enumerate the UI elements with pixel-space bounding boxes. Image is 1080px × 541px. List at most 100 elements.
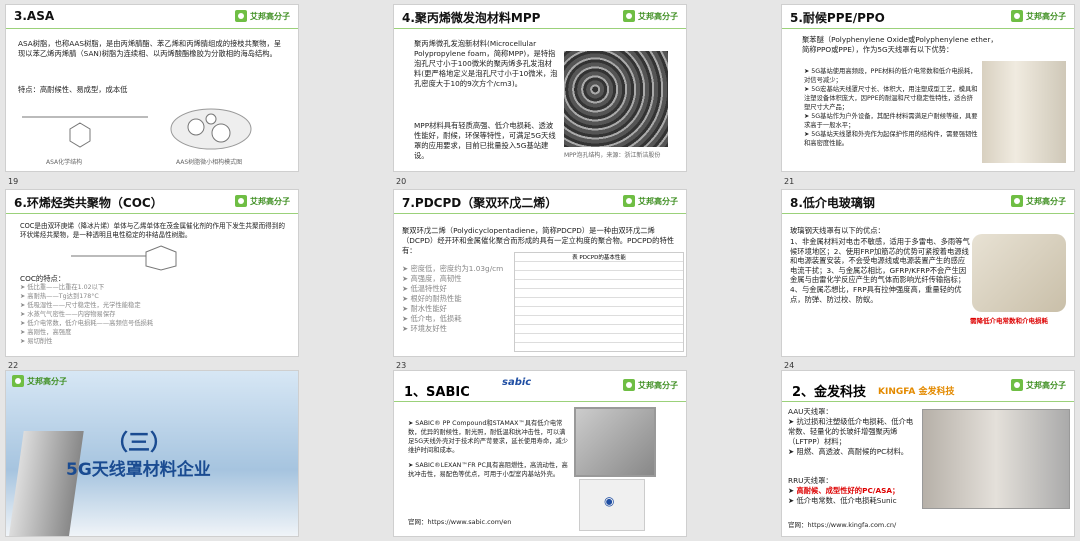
sabic-logo: sabic xyxy=(502,377,532,388)
list-item: ➤ 低温特性好 xyxy=(402,284,447,293)
feature-list: ➤ 密度低，密度约为1.03g/cm ➤ 高强度，高韧性 ➤ 低温特性好 ➤ 根… xyxy=(402,264,522,334)
list-item: ➤ 阻燃、高透波、高耐候的PC材料。 xyxy=(788,447,909,456)
company-logo: 艾邦高分子 xyxy=(623,10,678,22)
feature-list: ➤ 5G基站使用高频段，PPE材料的低介电常数和低介电损耗，对信号减少； ➤ 5… xyxy=(804,67,979,148)
indoor-station-image: ◉ xyxy=(579,479,645,531)
list-item: ➤ 低吸湿性——尺寸稳定性，光学性能稳定 xyxy=(20,302,141,309)
list-item: ➤ 5G基站天线罩和外壳作为起保护作用的结构件，需要强韧性和高密度性能。 xyxy=(804,131,978,147)
slide-body: ASA树脂，也称AAS树脂，是由丙烯腈酯、苯乙烯和丙烯腈组成的接枝共聚物，呈现以… xyxy=(18,39,282,58)
slide-title: 4.聚丙烯微发泡材料MPP xyxy=(402,11,541,25)
slide-21[interactable]: 5.耐候PPE/PPO 艾邦高分子 聚苯醚（Polyphenylene Oxid… xyxy=(781,4,1075,172)
logo-icon xyxy=(1011,10,1023,22)
list-item: ➤ SABIC®LEXAN™FR PC具有高阻燃性，高流动性，高抗冲击性，易配色… xyxy=(408,462,568,478)
table-title: 表 PDCPD的基本性能 xyxy=(515,253,683,261)
slide-title: 3.ASA xyxy=(14,9,55,23)
list-item: ➤ 密度低，密度约为1.03g/cm xyxy=(402,264,504,273)
logo-icon xyxy=(623,195,635,207)
slide-23[interactable]: 7.PDCPD（聚双环戊二烯） 艾邦高分子 聚双环戊二烯（Polydicyclo… xyxy=(393,189,687,357)
section-number: （三） xyxy=(106,431,173,456)
list-item: ➤ 高耐热——Tg达到178°C xyxy=(20,293,99,300)
list-item: ➤ 高刚性，高强度 xyxy=(20,329,72,336)
logo-icon xyxy=(235,10,247,22)
list-item: ➤ 高耐候、成型性好的PC/ASA； xyxy=(788,486,900,495)
slide-title: 6.环烯烃类共聚物（COC） xyxy=(14,196,163,210)
list-item: ➤ 低比重——比重在1.02以下 xyxy=(20,284,105,291)
chemical-structure-image xyxy=(22,116,148,148)
list-item: ➤ 5G基站作为户外设备，其配件材料需满足户耐候等级，具要求高于一般水平； xyxy=(804,113,978,129)
properties-table-image: 表 PDCPD的基本性能 xyxy=(514,252,684,352)
slide-kingfa[interactable]: 2、金发科技 KINGFA 金发科技 艾邦高分子 AAU天线罩： ➤ 抗过损和注… xyxy=(781,370,1075,537)
slide-body-2: MPP材料具有轻质高强、低介电损耗、透波性能好，耐候，环保等特性，可满足5G天线… xyxy=(414,121,556,160)
slide-title: 7.PDCPD（聚双环戊二烯） xyxy=(402,196,558,210)
company-logo: 艾邦高分子 xyxy=(1011,10,1066,22)
highlight-note: 需降低介电常数和介电损耗 xyxy=(970,317,1048,325)
company-title: 2、金发科技 xyxy=(792,385,867,400)
slide-body-2: 1、非金属材料对电击不敏感，适用于多雷电、多雨等气候环境地区；2、使用FRP加筋… xyxy=(790,237,970,304)
caption: AAS树脂微小相构模式图 xyxy=(176,159,243,166)
aau-heading: AAU天线罩： xyxy=(788,407,833,416)
slide-24[interactable]: 8.低介电玻璃钢 艾邦高分子 玻璃钢天线罩有以下的优点： 1、非金属材料对电击不… xyxy=(781,189,1075,357)
aau-list: ➤ 抗过损和注塑级低介电损耗、低介电常数、轻量化的长玻纤增强聚丙烯（LFTPP）… xyxy=(788,417,918,457)
radome-product-image xyxy=(982,61,1066,163)
company-title: 1、SABIC xyxy=(404,385,470,400)
list-item: ➤ 环境友好性 xyxy=(402,324,447,333)
exhibition-photo xyxy=(922,409,1070,509)
rru-list: ➤ 高耐候、成型性好的PC/ASA； ➤ 低介电常数、低介电损耗Sunic xyxy=(788,486,918,506)
slide-number: 22 xyxy=(8,361,19,370)
fiberglass-radome-image xyxy=(972,234,1066,312)
list-item: ➤ 水蒸气气密性——内容物易保存 xyxy=(20,311,116,318)
feature-list: ➤ SABIC® PP Compound和STAMAX™具有低介电常数，优异的耐… xyxy=(408,419,568,479)
slide-19[interactable]: 3.ASA 艾邦高分子 ASA树脂，也称AAS树脂，是由丙烯腈酯、苯乙烯和丙烯腈… xyxy=(5,4,299,172)
list-item: ➤ 低介电，低损耗 xyxy=(402,314,462,323)
company-logo: 艾邦高分子 xyxy=(235,10,290,22)
list-item: ➤ 低介电常数，低介电损耗——高频信号低损耗 xyxy=(20,320,154,327)
slide-sabic[interactable]: 1、SABIC sabic 艾邦高分子 ➤ SABIC® PP Compound… xyxy=(393,370,687,537)
slide-number: 24 xyxy=(784,361,795,370)
slide-feature: 特点：高耐候性、易成型，成本低 xyxy=(18,85,128,94)
logo-icon xyxy=(623,10,635,22)
company-logo: 艾邦高分子 xyxy=(1011,379,1066,391)
list-item: ➤ 根好的耐热性能 xyxy=(402,294,462,303)
list-item: ➤ 易切削性 xyxy=(20,338,53,345)
slide-body: COC是由双环庚烯（降冰片烯）单体与乙烯单体在茂金属催化剂的作用下发生共聚而得到… xyxy=(20,222,285,239)
company-logo: 艾邦高分子 xyxy=(623,379,678,391)
slide-22[interactable]: 6.环烯烃类共聚物（COC） 艾邦高分子 COC是由双环庚烯（降冰片烯）单体与乙… xyxy=(5,189,299,357)
logo-icon xyxy=(1011,195,1023,207)
feature-list: ➤ 低比重——比重在1.02以下 ➤ 高耐热——Tg达到178°C ➤ 低吸湿性… xyxy=(20,283,290,346)
list-item: ➤ 5G基站使用高频段，PPE材料的低介电常数和低介电损耗，对信号减少； xyxy=(804,68,977,84)
slide-number: 23 xyxy=(396,361,407,370)
slide-title: 8.低介电玻璃钢 xyxy=(790,196,875,210)
slide-number: 20 xyxy=(396,177,407,186)
list-item: ➤ 5G宏基站天线罩尺寸长、体积大，用注塑成型工艺，模具和注塑设备体积庞大，因P… xyxy=(804,86,978,111)
slide-body: 聚苯醚（Polyphenylene Oxide或Polyphenylene et… xyxy=(802,35,998,54)
website-link[interactable]: 官网：https://www.sabic.com/en xyxy=(408,517,511,527)
wifi-icon: ◉ xyxy=(604,494,615,508)
foam-microscope-image xyxy=(564,51,668,147)
company-logo: 艾邦高分子 xyxy=(1011,195,1066,207)
section-title: 5G天线罩材料企业 xyxy=(66,460,211,480)
list-item: ➤ 低介电常数、低介电损耗Sunic xyxy=(788,496,897,505)
caption: ASA化学结构 xyxy=(46,159,83,166)
logo-icon xyxy=(1011,379,1023,391)
list-item: ➤ SABIC® PP Compound和STAMAX™具有低介电常数，优异的耐… xyxy=(408,420,569,454)
slide-title: 5.耐候PPE/PPO xyxy=(790,11,885,25)
phase-structure-image xyxy=(170,108,252,150)
tower-image xyxy=(8,431,84,536)
caption: MPP泡孔结构，来源：浙江新洁股份 xyxy=(564,152,661,159)
slide-number: 21 xyxy=(784,177,795,186)
logo-icon xyxy=(235,195,247,207)
list-item: ➤ 高强度，高韧性 xyxy=(402,274,462,283)
logo-icon xyxy=(623,379,635,391)
slide-20[interactable]: 4.聚丙烯微发泡材料MPP 艾邦高分子 聚丙烯微孔发泡新材料(Microcell… xyxy=(393,4,687,172)
company-logo: 艾邦高分子 xyxy=(235,195,290,207)
slide-number: 19 xyxy=(8,177,19,186)
section-slide[interactable]: 艾邦高分子 （三） 5G天线罩材料企业 xyxy=(5,370,299,537)
list-item: ➤ 抗过损和注塑级低介电损耗、低介电常数、轻量化的长玻纤增强聚丙烯（LFTPP）… xyxy=(788,417,914,446)
kingfa-logo: KINGFA 金发科技 xyxy=(878,387,955,397)
radome-product-image xyxy=(574,407,656,477)
list-item: ➤ 耐水性能好 xyxy=(402,304,447,313)
website-link[interactable]: 官网：https://www.kingfa.com.cn/ xyxy=(788,520,896,530)
company-logo: 艾邦高分子 xyxy=(12,375,290,387)
chemical-structure-image xyxy=(71,245,177,271)
rru-heading: RRU天线罩： xyxy=(788,476,833,485)
